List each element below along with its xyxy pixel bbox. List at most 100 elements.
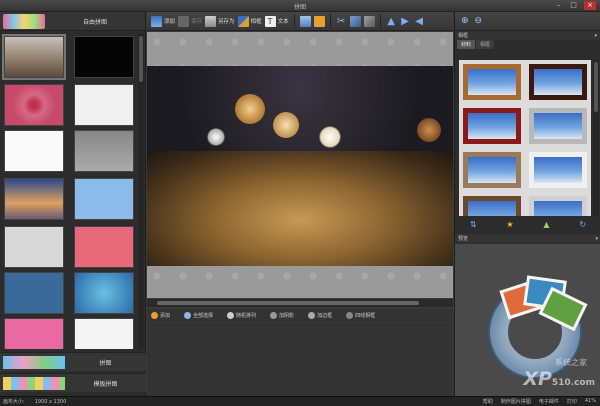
action-add[interactable]: 添加 [151,312,170,319]
add-button[interactable]: 添加 [151,15,175,27]
frame-thumbnail[interactable] [529,108,587,144]
collapse-icon[interactable]: ▾ [595,236,598,242]
frame-thumbnail[interactable] [463,108,521,144]
canvas-size-value: 1900 x 1300 [34,398,67,405]
add-icon [151,312,158,319]
canvas-photo[interactable] [147,66,453,266]
collage-canvas[interactable] [147,32,453,298]
collapse-icon[interactable]: ▾ [594,33,597,39]
email-button[interactable] [313,15,325,27]
canvas-action-bar: 添加 全部选择 随机排列 加阴影 加边框 四线相框 [147,309,453,322]
canvas-size-label: 画布大小: [3,399,25,405]
frame-grid [459,60,591,216]
tab-frame[interactable]: 相框 [476,40,495,49]
print-link[interactable]: 打印 [567,398,577,405]
template-collage-swatch [3,376,65,390]
wallpaper-button[interactable]: 制作图片拼图 [501,398,531,405]
template-thumbnail[interactable] [74,130,134,172]
scrollbar-thumb[interactable] [139,36,143,82]
status-actions: 帮助 制作图片拼图 电子邮件 打印 41% [483,398,596,405]
action-select-all[interactable]: 全部选择 [184,312,213,319]
template-thumbnail[interactable] [4,178,64,220]
warning-icon[interactable]: ▲ [543,220,549,229]
window-title: 拼图 [293,4,306,11]
maximize-icon[interactable]: □ [569,1,578,10]
template-thumbnail[interactable] [74,318,134,349]
template-thumbnail[interactable] [4,272,64,314]
frame-thumbnail[interactable] [529,196,587,216]
free-collage-logo [3,13,45,29]
template-thumbnail[interactable] [4,84,64,126]
photo-ground [147,151,453,266]
frame-thumbnail[interactable] [463,196,521,216]
frame-scrollbar[interactable] [593,60,599,216]
email-icon [313,15,325,27]
template-thumbnail[interactable] [4,318,64,349]
collage-section[interactable]: 拼图 [0,352,146,371]
save-as-icon [205,15,217,27]
select-all-icon [184,312,192,319]
preview-area: XP510.com 系统之家 [455,244,600,396]
free-collage-header[interactable]: 自由拼图 [0,12,145,31]
minimize-icon[interactable]: – [554,1,563,10]
window-controls: – □ × [554,1,596,10]
template-thumbnail[interactable] [74,84,134,126]
save-button[interactable]: 保存 [178,15,202,27]
zoom-out-icon[interactable]: ⊖ [475,16,483,26]
canvas-horizontal-scrollbar[interactable] [147,299,453,307]
email-link[interactable]: 电子邮件 [539,398,559,405]
flip-vertical-button[interactable]: ▲ [386,16,397,27]
zoom-value: 41% [584,398,596,404]
scrollbar-thumb[interactable] [157,301,419,305]
bokeh-light [235,94,265,124]
frame-line-icon [346,312,354,319]
save-as-button[interactable]: 另存为 [205,15,235,27]
watermark-subtitle: 系统之家 [555,358,587,367]
template-thumbnail[interactable] [2,34,66,80]
zoom-in-icon[interactable]: ⊕ [461,16,469,26]
template-thumbnail[interactable] [74,272,134,314]
frame-thumbnail[interactable] [529,64,587,100]
close-icon[interactable]: × [584,1,596,10]
action-random[interactable]: 随机排列 [227,312,256,319]
template-thumbnail[interactable] [4,130,64,172]
bokeh-light [207,128,225,146]
tab-material[interactable]: 材料 [457,40,476,49]
flip-horizontal-icon: ▶ [401,15,409,27]
template-thumbnail[interactable] [4,226,64,268]
flip-horizontal-button[interactable]: ▶ [400,16,411,27]
collage-swatch [3,355,65,369]
text-icon: T [264,15,276,27]
frame-button[interactable]: 相框 [237,15,262,27]
rotate-button[interactable]: ◀ [414,16,425,27]
template-collage-section[interactable]: 模板拼图 [0,373,146,392]
action-shadow[interactable]: 加阴影 [270,312,294,319]
template-thumbnail[interactable] [74,178,134,220]
text-button[interactable]: T 文本 [264,15,289,27]
status-bar: 画布大小: 1900 x 1300 帮助 制作图片拼图 电子邮件 打印 41% [0,396,600,406]
empty-area [147,323,453,396]
action-border[interactable]: 加边框 [308,312,332,319]
sort-icon[interactable]: ⇅ [470,220,477,229]
right-panel: ⊕ ⊖ 相框 ▾ 材料 相框 ⇅ ★ ▲ ↻ 预览 ▾ XP510.com 系统… [454,12,600,396]
copy-button[interactable] [349,15,361,27]
scrollbar-thumb[interactable] [594,62,598,112]
template-thumbnail[interactable] [74,36,134,78]
template-scrollbar[interactable] [138,34,144,349]
refresh-icon[interactable]: ↻ [579,220,586,229]
star-icon[interactable]: ★ [506,220,513,229]
frame-thumbnail[interactable] [463,152,521,188]
shuffle-icon [227,312,235,319]
frame-thumbnail[interactable] [529,152,587,188]
template-thumbnail[interactable] [74,226,134,268]
cut-button[interactable]: ✂ [336,16,347,27]
zoom-tools: ⊕ ⊖ [455,12,600,31]
paste-button[interactable] [363,15,375,27]
action-settings[interactable]: 四线相框 [346,312,375,319]
print-button[interactable] [299,15,311,27]
paste-icon [363,15,375,27]
frame-thumbnail[interactable] [463,64,521,100]
left-panel: 自由拼图 ⇅ ★ ▲ ↻ 拼图 模板拼图 [0,12,146,396]
save-icon [178,15,190,27]
help-link[interactable]: 帮助 [483,398,493,405]
